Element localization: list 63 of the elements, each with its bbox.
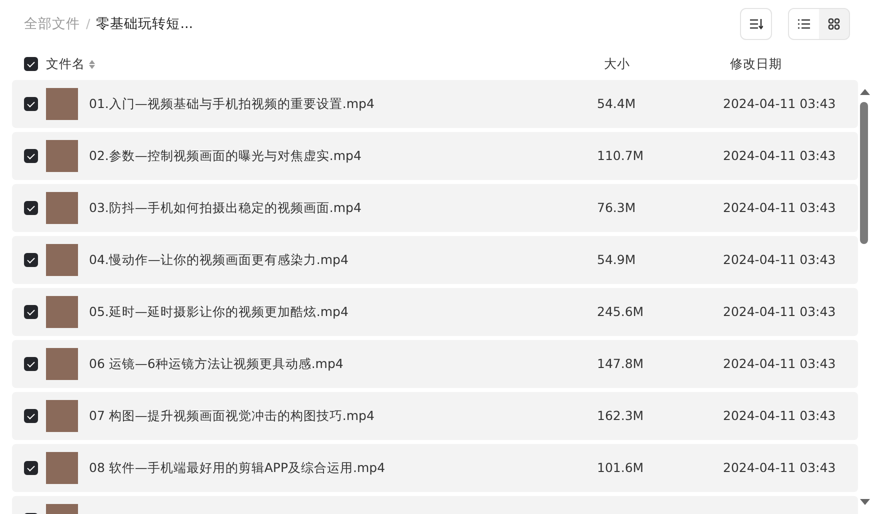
- list-icon: [798, 19, 810, 29]
- row-checkbox[interactable]: [24, 357, 38, 371]
- file-name[interactable]: 06 运镜—6种运镜方法让视频更具动感.mp4: [89, 354, 597, 374]
- file-name[interactable]: 03.防抖—手机如何拍摄出稳定的视频画面.mp4: [89, 198, 597, 218]
- file-name[interactable]: 07 构图—提升视频画面视觉冲击的构图技巧.mp4: [89, 406, 597, 426]
- row-checkbox[interactable]: [24, 149, 38, 163]
- file-date: 2024-04-11 03:43: [723, 198, 836, 217]
- photo-placeholder: [46, 192, 78, 224]
- photo-placeholder: [46, 244, 78, 276]
- file-size: 110.7M: [597, 146, 645, 165]
- file-row[interactable]: 05.延时—延时摄影让你的视频更加酷炫.mp4 245.6M 2024-04-11 03:43: [12, 288, 858, 336]
- file-row[interactable]: 04.慢动作—让你的视频画面更有感染力.mp4 54.9M 2024-04-11 03:43: [12, 236, 858, 284]
- column-header: 大小: [604, 56, 630, 71]
- file-row[interactable]: 02.参数—控制视频画面的曝光与对焦虚实.mp4 110.7M 2024-04-11 03:43: [12, 132, 858, 180]
- file-row[interactable]: 01.入门—视频基础与手机拍视频的重要设置.mp4 54.4M 2024-04-11 03:43: [12, 80, 858, 128]
- photo-placeholder: [46, 88, 78, 120]
- file-name[interactable]: 02.参数—控制视频画面的曝光与对焦虚实.mp4: [89, 146, 597, 166]
- file-size: 147.8M: [597, 354, 645, 373]
- select-all-checkbox[interactable]: [24, 57, 38, 71]
- breadcrumb-current: 零基础玩转短...: [96, 14, 194, 34]
- file-name[interactable]: 01.入门—视频基础与手机拍视频的重要设置.mp4: [89, 94, 597, 114]
- photo-placeholder: [46, 400, 78, 432]
- scroll-down-icon[interactable]: [860, 498, 870, 506]
- file-size: 54.9M: [597, 250, 637, 269]
- file-date: 2024-04-11 03:43: [723, 146, 836, 165]
- photo-placeholder: [46, 452, 78, 484]
- sort-icon: [749, 18, 763, 30]
- photo-placeholder: [46, 348, 78, 380]
- file-row[interactable]: 08 软件—手机端最好用的剪辑APP及综合运用.mp4 101.6M 2024-04-11 03:43: [12, 444, 858, 492]
- row-checkbox[interactable]: [24, 409, 38, 423]
- file-date: 2024-04-11 03:43: [723, 406, 836, 425]
- file-date: 2024-04-11 03:43: [723, 354, 836, 373]
- photo-placeholder: [46, 140, 78, 172]
- file-row[interactable]: 06 运镜—6种运镜方法让视频更具动感.mp4 147.8M 2024-04-11 03:43: [12, 340, 858, 388]
- file-name[interactable]: 04.慢动作—让你的视频画面更有感染力.mp4: [89, 250, 597, 270]
- scroll-up-icon[interactable]: [860, 88, 870, 96]
- file-date: 2024-04-11 03:43: [723, 458, 836, 477]
- file-name[interactable]: 08 软件—手机端最好用的剪辑APP及综合运用.mp4: [89, 458, 597, 478]
- column-header: 修改日期: [730, 56, 782, 71]
- column-header[interactable]: 文件名: [46, 54, 85, 74]
- photo-placeholder: [46, 296, 78, 328]
- sort-button[interactable]: [740, 8, 772, 40]
- row-checkbox[interactable]: [24, 461, 38, 475]
- row-checkbox[interactable]: [24, 97, 38, 111]
- file-name[interactable]: 05.延时—延时摄影让你的视频更加酷炫.mp4: [89, 302, 597, 322]
- row-checkbox[interactable]: [24, 305, 38, 319]
- file-row[interactable]: 03.防抖—手机如何拍摄出稳定的视频画面.mp4 76.3M 2024-04-11 03:43: [12, 184, 858, 232]
- breadcrumb-separator: /: [86, 14, 90, 33]
- file-date: 2024-04-11 03:43: [723, 302, 836, 321]
- file-size: 101.6M: [597, 458, 645, 477]
- list-view-button[interactable]: [789, 9, 819, 39]
- file-size: 54.4M: [597, 94, 637, 113]
- row-checkbox[interactable]: [24, 201, 38, 215]
- file-size: 245.6M: [597, 302, 645, 321]
- grid-icon: [828, 18, 840, 30]
- file-date: 2024-04-11 03:43: [723, 250, 836, 269]
- scrollbar-thumb[interactable]: [860, 102, 868, 244]
- file-row[interactable]: 07 构图—提升视频画面视觉冲击的构图技巧.mp4 162.3M 2024-04-11 03:43: [12, 392, 858, 440]
- sort-icon[interactable]: [89, 60, 95, 68]
- row-checkbox[interactable]: [24, 253, 38, 267]
- file-date: 2024-04-11 03:43: [723, 94, 836, 113]
- file-size: 162.3M: [597, 406, 645, 425]
- file-size: 76.3M: [597, 198, 637, 217]
